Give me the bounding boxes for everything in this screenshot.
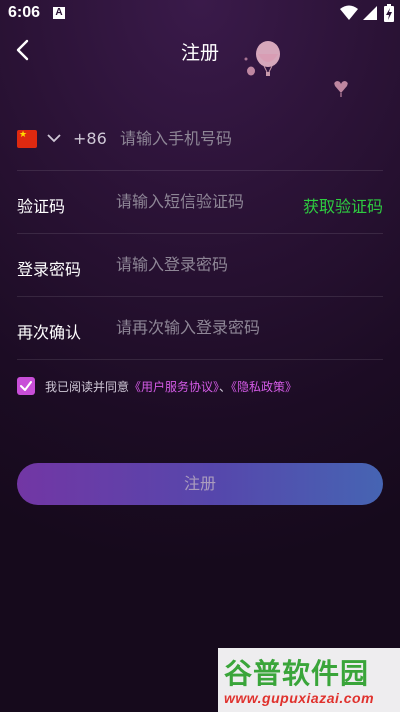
register-button[interactable]: 注册 xyxy=(17,463,383,505)
privacy-policy-link[interactable]: 《隐私政策》 xyxy=(231,380,297,394)
agreement-text: 我已阅读并同意《用户服务协议》、《隐私政策》 xyxy=(45,378,297,395)
page-title: 注册 xyxy=(180,42,219,64)
verify-code-row: 验证码 获取验证码 xyxy=(17,171,383,234)
battery-charging-icon xyxy=(384,4,394,22)
verify-code-input[interactable] xyxy=(116,192,296,211)
confirm-password-label: 再次确认 xyxy=(17,323,82,342)
agreement-row: 我已阅读并同意《用户服务协议》、《隐私政策》 xyxy=(17,377,383,399)
signal-icon xyxy=(363,6,377,20)
china-flag-icon[interactable]: ★ xyxy=(17,130,37,148)
password-input[interactable] xyxy=(116,255,366,274)
country-code[interactable]: +86 xyxy=(73,129,107,148)
nav-bar: 注册 xyxy=(0,28,400,74)
watermark-logo: 谷普软件园 www.gupuxiazai.com xyxy=(218,648,400,712)
confirm-password-row: 再次确认 xyxy=(17,297,383,360)
status-bar: 6:06 A xyxy=(0,0,400,28)
verify-code-label: 验证码 xyxy=(17,197,66,216)
password-row: 登录密码 xyxy=(17,234,383,297)
agreement-separator: 、 xyxy=(219,380,232,394)
phone-input[interactable] xyxy=(120,129,370,148)
chevron-down-icon[interactable] xyxy=(47,133,61,143)
watermark-url: www.gupuxiazai.com xyxy=(224,690,375,706)
watermark-title: 谷普软件园 xyxy=(224,657,370,690)
password-label: 登录密码 xyxy=(17,260,82,279)
phone-row: ★ +86 xyxy=(17,108,383,171)
get-code-button[interactable]: 获取验证码 xyxy=(303,193,383,217)
user-agreement-link[interactable]: 《用户服务协议》 xyxy=(129,380,219,394)
agreement-prefix: 我已阅读并同意 xyxy=(45,380,130,394)
heart-icon xyxy=(334,81,348,97)
wifi-icon xyxy=(340,5,358,20)
status-time: 6:06 xyxy=(8,4,41,21)
agreement-checkbox[interactable] xyxy=(17,377,35,395)
checkmark-icon xyxy=(20,381,32,391)
hot-air-balloon-icon xyxy=(244,41,280,76)
confirm-password-input[interactable] xyxy=(116,318,366,337)
notification-icon: A xyxy=(53,7,65,19)
